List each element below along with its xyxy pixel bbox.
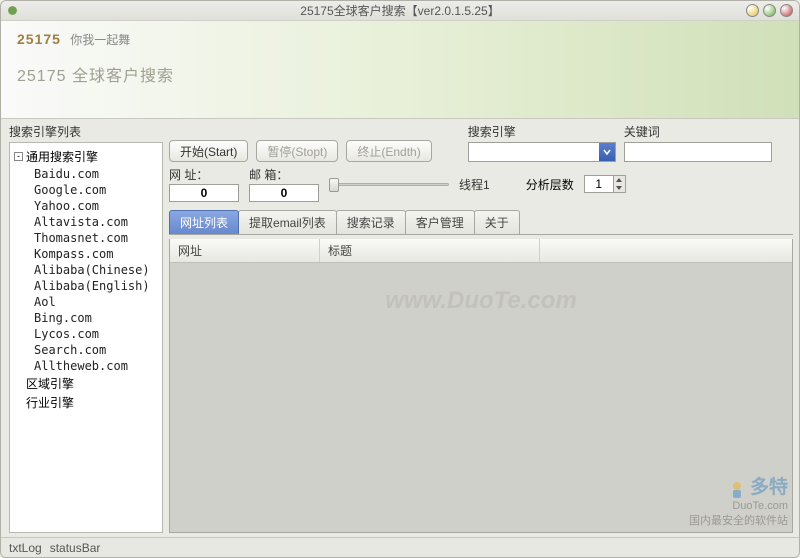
app-window: 25175全球客户搜索【ver2.0.1.5.25】 25175 你我一起舞 2… — [0, 0, 800, 558]
tree-item[interactable]: Lycos.com — [34, 326, 160, 342]
statusbar: txtLog statusBar — [1, 537, 799, 557]
thread-slider[interactable] — [329, 174, 449, 194]
tab-search-log[interactable]: 搜索记录 — [336, 210, 406, 234]
tab-url-list[interactable]: 网址列表 — [169, 210, 239, 234]
keyword-field: 关键词 — [624, 123, 772, 162]
close-button[interactable] — [780, 4, 793, 17]
collapse-icon[interactable]: - — [14, 152, 23, 161]
banner-slogan: 你我一起舞 — [70, 33, 130, 47]
tree-item[interactable]: Baidu.com — [34, 166, 160, 182]
list-col-url[interactable]: 网址 — [170, 239, 320, 262]
tree-item[interactable]: Yahoo.com — [34, 198, 160, 214]
list-col-title[interactable]: 标题 — [320, 239, 540, 262]
start-button[interactable]: 开始(Start) — [169, 140, 248, 162]
spinner-up-icon[interactable] — [614, 176, 625, 184]
sidebar-title: 搜索引擎列表 — [9, 123, 163, 140]
depth-spinner[interactable]: 1 — [584, 175, 626, 193]
mail-count-group: 邮 箱： 0 — [249, 166, 319, 202]
end-button[interactable]: 终止(Endth) — [346, 140, 431, 162]
engine-combo[interactable] — [468, 142, 616, 162]
tree-item[interactable]: Altavista.com — [34, 214, 160, 230]
tree-item[interactable]: Thomasnet.com — [34, 230, 160, 246]
maximize-button[interactable] — [763, 4, 776, 17]
tree-root-label: 区域引擎 — [26, 375, 74, 392]
chevron-down-icon[interactable] — [599, 143, 615, 161]
tabs: 网址列表 提取email列表 搜索记录 客户管理 关于 — [169, 210, 793, 235]
tree-item[interactable]: Kompass.com — [34, 246, 160, 262]
tree-root-general[interactable]: - 通用搜索引擎 — [12, 147, 160, 166]
watermark: www.DuoTe.com — [385, 287, 577, 315]
tree-item[interactable]: Search.com — [34, 342, 160, 358]
tree-root-label: 行业引擎 — [26, 394, 74, 411]
tree-root-industry[interactable]: 行业引擎 — [12, 393, 160, 412]
keyword-label: 关键词 — [624, 123, 772, 140]
list-body[interactable]: www.DuoTe.com — [170, 263, 792, 532]
tree-item[interactable]: Alibaba(Chinese) — [34, 262, 160, 278]
tree-item[interactable]: Google.com — [34, 182, 160, 198]
tab-email-list[interactable]: 提取email列表 — [238, 210, 337, 234]
url-count-group: 网 址： 0 — [169, 166, 239, 202]
tree-item[interactable]: Aol — [34, 294, 160, 310]
banner: 25175 你我一起舞 25175 全球客户搜索 — [1, 21, 799, 119]
banner-title: 25175 全球客户搜索 — [17, 62, 783, 86]
slider-track — [329, 183, 449, 186]
list-area: 网址 标题 www.DuoTe.com — [169, 239, 793, 533]
tree-item[interactable]: Alltheweb.com — [34, 358, 160, 374]
engine-field: 搜索引擎 — [468, 123, 616, 162]
sidebar: 搜索引擎列表 - 通用搜索引擎 Baidu.com Google.com Yah… — [9, 123, 163, 533]
mail-count-value: 0 — [249, 184, 319, 202]
mail-count-label: 邮 箱： — [249, 166, 288, 183]
tree-item[interactable]: Bing.com — [34, 310, 160, 326]
minimize-button[interactable] — [746, 4, 759, 17]
tab-about[interactable]: 关于 — [474, 210, 520, 234]
slider-thumb[interactable] — [329, 178, 339, 192]
url-count-value: 0 — [169, 184, 239, 202]
engine-label: 搜索引擎 — [468, 123, 616, 140]
depth-label: 分析层数 — [526, 176, 574, 193]
main-panel: 开始(Start) 暂停(Stopt) 终止(Endth) 搜索引擎 关键词 — [169, 123, 793, 533]
tree-children: Baidu.com Google.com Yahoo.com Altavista… — [34, 166, 160, 374]
tree-item[interactable]: Alibaba(English) — [34, 278, 160, 294]
window-controls — [746, 4, 793, 17]
status-bar-label: statusBar — [50, 541, 101, 555]
window-title: 25175全球客户搜索【ver2.0.1.5.25】 — [300, 2, 499, 19]
titlebar: 25175全球客户搜索【ver2.0.1.5.25】 — [1, 1, 799, 21]
control-row-1: 开始(Start) 暂停(Stopt) 终止(Endth) 搜索引擎 关键词 — [169, 123, 793, 162]
tree-root-region[interactable]: 区域引擎 — [12, 374, 160, 393]
app-menu-icon[interactable] — [7, 5, 18, 16]
url-count-label: 网 址： — [169, 166, 208, 183]
tree-root-label: 通用搜索引擎 — [26, 148, 98, 165]
spinner-down-icon[interactable] — [614, 184, 625, 192]
control-row-2: 网 址： 0 邮 箱： 0 线程1 分析层数 1 — [169, 166, 793, 202]
pause-button[interactable]: 暂停(Stopt) — [256, 140, 338, 162]
body: 搜索引擎列表 - 通用搜索引擎 Baidu.com Google.com Yah… — [1, 119, 799, 537]
banner-logo: 25175 — [17, 31, 61, 47]
spinner-buttons — [613, 176, 625, 192]
keyword-input[interactable] — [624, 142, 772, 162]
engine-tree[interactable]: - 通用搜索引擎 Baidu.com Google.com Yahoo.com … — [9, 142, 163, 533]
thread-label: 线程1 — [459, 176, 490, 193]
status-txtlog: txtLog — [9, 541, 42, 555]
tab-customer[interactable]: 客户管理 — [405, 210, 475, 234]
depth-value: 1 — [585, 176, 613, 192]
list-header: 网址 标题 — [170, 239, 792, 263]
